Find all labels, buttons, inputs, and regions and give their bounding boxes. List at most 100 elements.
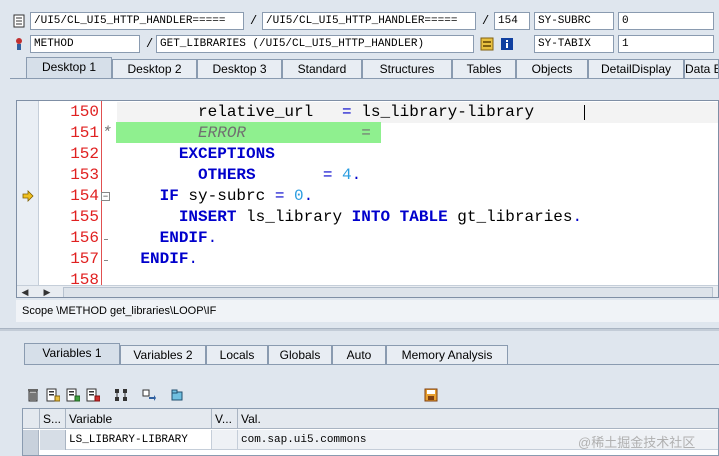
tab-variables-2[interactable]: Variables 2 bbox=[120, 345, 206, 364]
column-header-variable[interactable]: Variable bbox=[66, 409, 212, 429]
row-selector[interactable] bbox=[23, 430, 39, 455]
line-number: 153 bbox=[70, 166, 99, 184]
code-token: ls_library-library bbox=[361, 103, 535, 121]
code-token: 0 bbox=[294, 187, 304, 205]
tab-memory-analysis[interactable]: Memory Analysis bbox=[386, 345, 508, 364]
source-code-editor[interactable]: 150 151 152 153 154 155 156 157 158 − re… bbox=[16, 100, 719, 298]
tab-locals[interactable]: Locals bbox=[206, 345, 268, 364]
program-field[interactable]: /UI5/CL_UI5_HTTP_HANDLER===== bbox=[30, 12, 244, 30]
save-icon[interactable] bbox=[424, 388, 438, 402]
breakpoint-gutter[interactable] bbox=[17, 101, 39, 285]
separator: / bbox=[250, 14, 258, 28]
include-field[interactable]: /UI5/CL_UI5_HTTP_HANDLER===== bbox=[262, 12, 476, 30]
code-token: . bbox=[188, 250, 199, 268]
code-token: ENDIF bbox=[102, 229, 208, 247]
scroll-left-icon[interactable]: ◀ bbox=[19, 287, 31, 297]
tab-detaildisplay[interactable]: DetailDisplay bbox=[588, 59, 684, 78]
tab-desktop-2[interactable]: Desktop 2 bbox=[112, 59, 197, 78]
line-number: 157 bbox=[70, 250, 99, 268]
code-token: * ERROR = bbox=[102, 124, 371, 142]
code-line[interactable]: EXCEPTIONS bbox=[102, 144, 718, 165]
code-token: = bbox=[342, 103, 362, 121]
sy-subrc-value-field[interactable]: 0 bbox=[618, 12, 714, 30]
code-token: EXCEPTIONS bbox=[102, 145, 275, 163]
variables-tabstrip: Variables 1 Variables 2 Locals Globals A… bbox=[24, 343, 719, 365]
code-token: ls_library bbox=[246, 208, 352, 226]
sy-tabix-name-field[interactable]: SY-TABIX bbox=[534, 35, 614, 53]
separator: / bbox=[482, 14, 490, 28]
tab-data-explorer[interactable]: Data E bbox=[684, 59, 719, 78]
transfer-icon[interactable] bbox=[142, 388, 156, 402]
variable-name-input[interactable]: LS_LIBRARY-LIBRARY bbox=[66, 430, 212, 450]
list-insert-icon[interactable] bbox=[46, 388, 60, 402]
code-lines[interactable]: relative_url = ls_library-library * ERROR… bbox=[102, 101, 718, 285]
tab-globals[interactable]: Globals bbox=[268, 345, 332, 364]
code-token: gt_libraries bbox=[457, 208, 573, 226]
tab-standard[interactable]: Standard bbox=[282, 59, 362, 78]
code-token: ENDIF bbox=[102, 250, 189, 268]
method-icon bbox=[16, 38, 22, 50]
code-token: . bbox=[572, 208, 583, 226]
current-line-arrow-icon bbox=[22, 190, 34, 202]
tab-tables[interactable]: Tables bbox=[452, 59, 516, 78]
code-line[interactable]: relative_url = ls_library-library bbox=[102, 102, 718, 123]
class-display-icon[interactable] bbox=[480, 37, 494, 51]
code-line[interactable]: ENDIF. bbox=[102, 228, 718, 249]
code-line[interactable]: ENDIF. bbox=[102, 249, 718, 270]
line-number: 156 bbox=[70, 229, 99, 247]
code-token: IF bbox=[102, 187, 189, 205]
list-delete-icon[interactable] bbox=[86, 388, 100, 402]
desktop-tabstrip: Desktop 1 Desktop 2 Desktop 3 Standard S… bbox=[10, 57, 719, 79]
tab-desktop-3[interactable]: Desktop 3 bbox=[197, 59, 282, 78]
column-header-value[interactable]: Val. bbox=[238, 409, 718, 429]
code-token: relative_url bbox=[102, 103, 343, 121]
column-header-v[interactable]: V... bbox=[212, 409, 238, 429]
line-number: 150 bbox=[70, 103, 99, 121]
sy-subrc-name-field[interactable]: SY-SUBRC bbox=[534, 12, 614, 30]
scroll-track[interactable] bbox=[63, 287, 713, 297]
row-status-cell bbox=[40, 430, 66, 450]
document-icon bbox=[13, 14, 25, 28]
event-type-field[interactable]: METHOD bbox=[30, 35, 140, 53]
info-icon[interactable] bbox=[500, 37, 514, 51]
line-field[interactable]: 154 bbox=[494, 12, 530, 30]
line-number: 155 bbox=[70, 208, 99, 226]
horizontal-scrollbar[interactable]: ◀ ▶ bbox=[17, 285, 718, 297]
watermark: @稀土掘金技术社区 bbox=[578, 435, 696, 450]
tab-desktop-1[interactable]: Desktop 1 bbox=[26, 57, 112, 79]
code-token: . bbox=[303, 187, 314, 205]
sy-tabix-value-field[interactable]: 1 bbox=[618, 35, 714, 53]
variable-v-cell bbox=[212, 430, 238, 450]
code-line[interactable]: INSERT ls_library INTO TABLE gt_librarie… bbox=[102, 207, 718, 228]
tab-auto[interactable]: Auto bbox=[332, 345, 386, 364]
tab-variables-1[interactable]: Variables 1 bbox=[24, 343, 120, 365]
column-header-selector[interactable] bbox=[23, 409, 40, 429]
code-token: . bbox=[207, 229, 218, 247]
code-line[interactable]: OTHERS = 4. bbox=[102, 165, 718, 186]
line-number: 152 bbox=[70, 145, 99, 163]
tab-structures[interactable]: Structures bbox=[362, 59, 452, 78]
code-token: . bbox=[351, 166, 362, 184]
tab-underline bbox=[10, 78, 719, 79]
code-token: INTO TABLE bbox=[351, 208, 458, 226]
tab-objects[interactable]: Objects bbox=[516, 59, 588, 78]
code-token: = bbox=[274, 187, 295, 205]
scroll-right-icon[interactable]: ▶ bbox=[41, 287, 53, 297]
pane-splitter[interactable] bbox=[0, 328, 719, 331]
list-append-icon[interactable] bbox=[66, 388, 80, 402]
hierarchy-icon[interactable] bbox=[114, 388, 128, 402]
header-row-event: METHOD / GET_LIBRARIES (/UI5/CL_UI5_HTTP… bbox=[0, 33, 719, 55]
separator: / bbox=[146, 37, 154, 51]
line-number: 154 bbox=[70, 187, 99, 205]
open-folder-icon[interactable] bbox=[170, 388, 184, 402]
code-token: INSERT bbox=[102, 208, 247, 226]
delete-icon[interactable] bbox=[26, 388, 40, 402]
code-token: OTHERS bbox=[102, 166, 256, 184]
event-field[interactable]: GET_LIBRARIES (/UI5/CL_UI5_HTTP_HANDLER) bbox=[156, 35, 474, 53]
column-header-status[interactable]: S... bbox=[40, 409, 66, 429]
code-line[interactable]: IF sy-subrc = 0. bbox=[102, 186, 718, 207]
code-token: = bbox=[322, 166, 343, 184]
code-line[interactable]: * ERROR = bbox=[102, 123, 718, 144]
text-cursor bbox=[584, 105, 585, 120]
